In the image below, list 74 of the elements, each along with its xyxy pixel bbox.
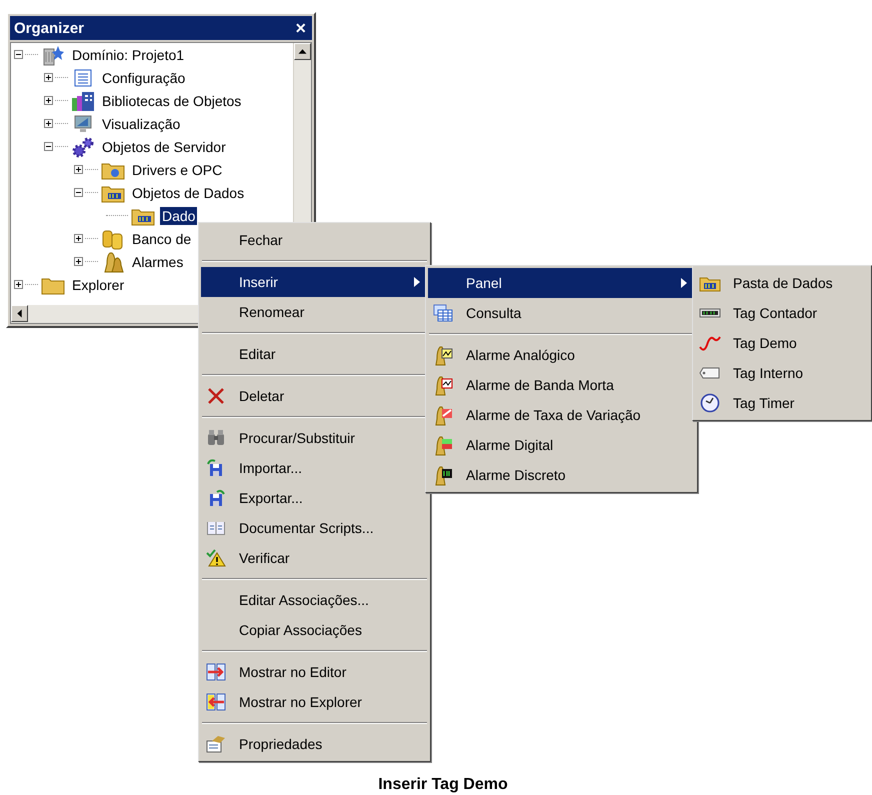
table-icon: [433, 304, 453, 322]
tree-item[interactable]: Bibliotecas de Objetos: [100, 92, 244, 110]
menu-item[interactable]: Procurar/Substituir: [201, 423, 428, 453]
menu-item[interactable]: Importar...: [201, 453, 428, 483]
tree-item[interactable]: Banco de: [130, 230, 194, 248]
cross-icon: [206, 387, 226, 405]
menu-item[interactable]: Alarme de Banda Morta: [428, 370, 695, 400]
tree-item[interactable]: Dado: [160, 206, 198, 224]
menu-item[interactable]: Copiar Associações: [201, 615, 428, 645]
sine-wave-icon: [699, 334, 721, 352]
warning-check-icon: [206, 549, 226, 567]
collapse-icon[interactable]: [14, 50, 23, 59]
menu-item[interactable]: Tag Contador: [695, 298, 869, 328]
bell-chart-icon: [433, 434, 453, 456]
menu-item[interactable]: Editar: [201, 339, 428, 369]
expand-icon[interactable]: [74, 234, 83, 243]
menu-item[interactable]: Fechar: [201, 225, 428, 255]
list-icon: [73, 68, 93, 88]
collapse-icon[interactable]: [44, 142, 53, 151]
database-icon: [101, 228, 125, 250]
menu-item[interactable]: Tag Timer: [695, 388, 869, 418]
panel-arrow-icon: [206, 693, 226, 711]
bell-chart-icon: [433, 464, 453, 486]
expand-icon[interactable]: [74, 257, 83, 266]
menu-item[interactable]: Deletar: [201, 381, 428, 411]
menu-item[interactable]: Panel: [428, 268, 695, 298]
book-icon: [206, 519, 226, 537]
bell-icon: [102, 250, 124, 272]
menu-item[interactable]: Alarme Discreto: [428, 460, 695, 490]
menu-item[interactable]: Alarme Analógico: [428, 340, 695, 370]
menu-item[interactable]: Mostrar no Editor: [201, 657, 428, 687]
expand-icon[interactable]: [44, 96, 53, 105]
tree-item[interactable]: Objetos de Servidor: [100, 138, 228, 156]
tree-item[interactable]: Domínio: Projeto1: [70, 46, 186, 64]
menu-item[interactable]: Mostrar no Explorer: [201, 687, 428, 717]
scroll-up-icon[interactable]: [294, 43, 311, 60]
menu-item[interactable]: Consulta: [428, 298, 695, 328]
monitor-icon: [72, 114, 94, 134]
menu-item[interactable]: Editar Associações...: [201, 585, 428, 615]
caption: Inserir Tag Demo: [378, 776, 508, 795]
menu-item[interactable]: Renomear: [201, 297, 428, 327]
menu-item[interactable]: Alarme de Taxa de Variação: [428, 400, 695, 430]
panel-title: Organizer: [14, 20, 84, 36]
menu-item[interactable]: Documentar Scripts...: [201, 513, 428, 543]
tree-item[interactable]: Drivers e OPC: [130, 160, 224, 178]
scroll-left-icon[interactable]: [11, 305, 28, 322]
menu-item[interactable]: Alarme Digital: [428, 430, 695, 460]
tree-item[interactable]: Visualização: [100, 114, 182, 132]
expand-icon[interactable]: [14, 280, 23, 289]
menu-item[interactable]: Tag Demo: [695, 328, 869, 358]
menu-item[interactable]: Tag Interno: [695, 358, 869, 388]
gears-icon: [71, 136, 95, 158]
menu-item[interactable]: Exportar...: [201, 483, 428, 513]
close-button[interactable]: ×: [293, 19, 308, 37]
menu-item[interactable]: Pasta de Dados: [695, 268, 869, 298]
tree-item[interactable]: Alarmes: [130, 252, 186, 270]
clock-icon: [699, 393, 721, 413]
panel-arrow-icon: [206, 663, 226, 681]
collapse-icon[interactable]: [74, 188, 83, 197]
expand-icon[interactable]: [44, 73, 53, 82]
properties-icon: [206, 735, 226, 753]
tree-item[interactable]: Configuração: [100, 68, 188, 86]
binoculars-icon: [206, 429, 226, 447]
tree-item[interactable]: Objetos de Dados: [130, 184, 246, 202]
bell-chart-icon: [433, 344, 453, 366]
bell-chart-icon: [433, 374, 453, 396]
library-icon: [71, 90, 95, 112]
expand-icon[interactable]: [44, 119, 53, 128]
bell-chart-icon: [433, 404, 453, 426]
menu-item[interactable]: Verificar: [201, 543, 428, 573]
tree-item[interactable]: Explorer: [70, 276, 126, 294]
menu-item[interactable]: Propriedades: [201, 729, 428, 759]
expand-icon[interactable]: [74, 165, 83, 174]
menu-item[interactable]: Inserir: [201, 267, 428, 297]
